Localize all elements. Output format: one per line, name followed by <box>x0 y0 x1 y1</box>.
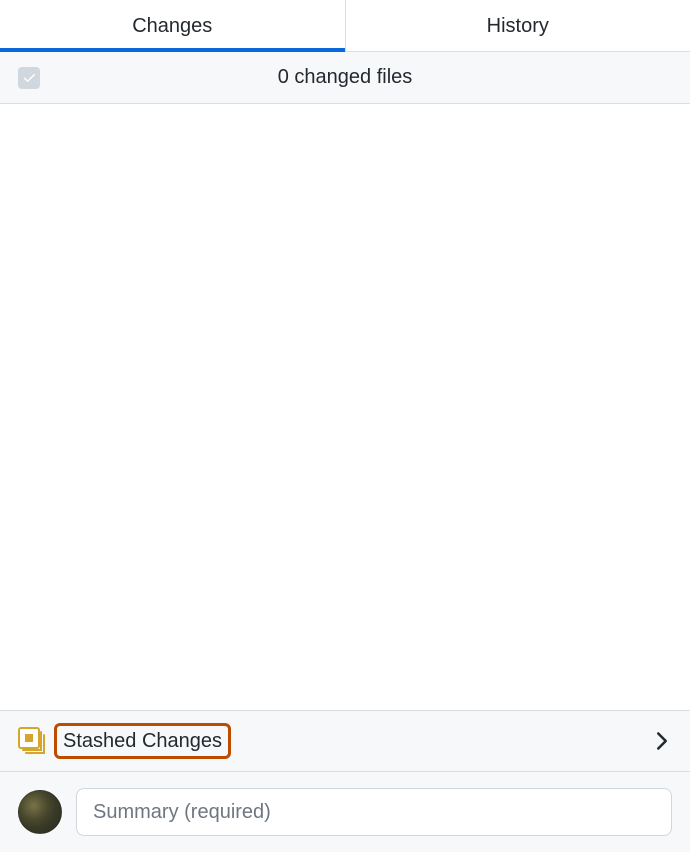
commit-summary-input[interactable] <box>76 788 672 836</box>
tab-history-label: History <box>487 15 549 37</box>
tab-changes-label: Changes <box>132 15 212 37</box>
stashed-changes-row[interactable]: Stashed Changes <box>0 710 690 772</box>
tab-changes[interactable]: Changes <box>0 0 346 51</box>
stashed-changes-label: Stashed Changes <box>54 723 231 759</box>
changed-files-bar: 0 changed files <box>0 52 690 104</box>
stash-icon <box>18 727 46 755</box>
tab-history[interactable]: History <box>346 0 690 51</box>
chevron-right-icon <box>652 731 672 751</box>
commit-summary-row <box>0 772 690 852</box>
changes-list-empty <box>0 104 690 710</box>
tabs-container: Changes History <box>0 0 690 52</box>
avatar <box>18 790 62 834</box>
changed-files-label: 0 changed files <box>18 66 672 89</box>
